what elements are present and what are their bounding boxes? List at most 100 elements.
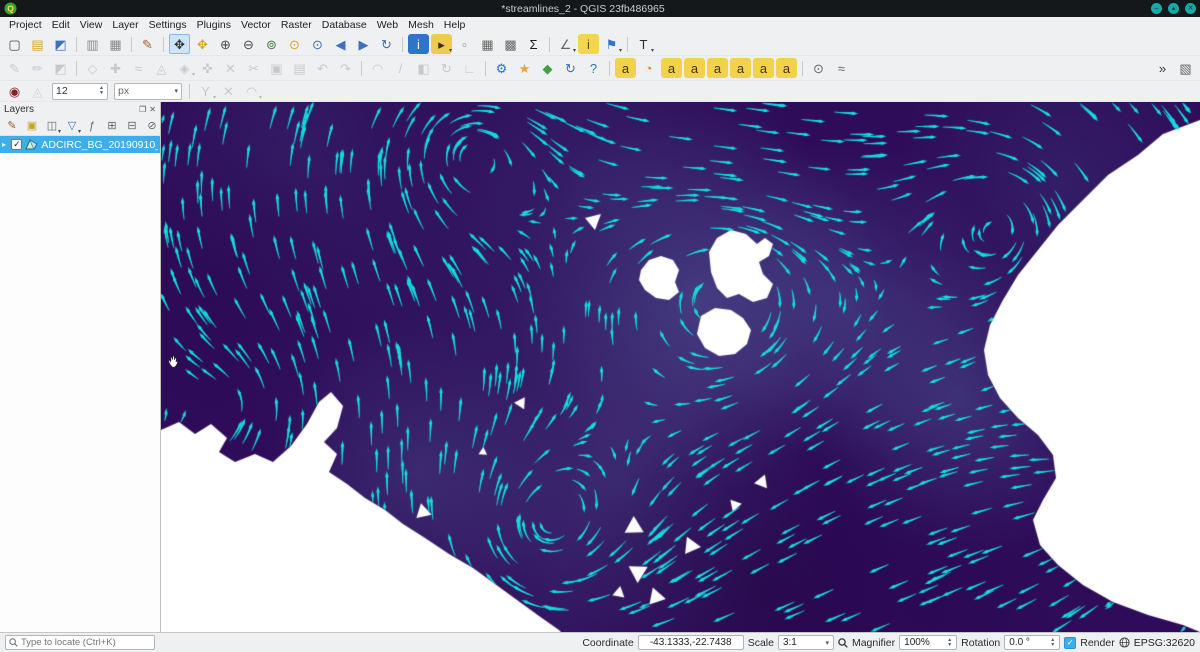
menu-layer[interactable]: Layer [107,19,143,31]
locate-search[interactable] [5,635,155,650]
highlight-pinned-labels-button[interactable]: a [661,58,682,78]
layer-labeling-options-button[interactable]: a [615,58,636,78]
identify-features-button[interactable]: i [408,34,429,54]
spin-down-icon[interactable]: ▼ [99,91,104,96]
temporal-controller-panel-button[interactable]: ⊙ [808,58,829,78]
spin-down-icon[interactable]: ▼ [1050,643,1055,648]
menu-vector[interactable]: Vector [236,19,276,31]
statistical-summary-button[interactable]: Σ [523,34,544,54]
new-project-button[interactable]: ▢ [4,34,25,54]
style-manager-button[interactable]: ✎ [137,34,158,54]
measure-button[interactable]: ∠▾ [555,34,576,54]
menu-edit[interactable]: Edit [47,19,75,31]
spin-down-icon[interactable]: ▼ [947,643,952,648]
rotate-label-button[interactable]: a [753,58,774,78]
add-group-button[interactable]: ▣ [23,118,41,135]
zoom-to-selection-button[interactable]: ⊙ [284,34,305,54]
expand-all-button[interactable]: ⊞ [103,118,121,135]
menu-help[interactable]: Help [439,19,471,31]
save-project-button[interactable]: ◩ [50,34,71,54]
show-hide-labels-button[interactable]: a [707,58,728,78]
toggle-mesh-editing-button[interactable]: ◉ [4,81,25,101]
processing-favorites-button[interactable]: ★ [514,58,535,78]
collapse-all-button[interactable]: ⊟ [123,118,141,135]
text-annotation-button[interactable]: T▾ [633,34,654,54]
field-calculator-button[interactable]: ▩ [500,34,521,54]
zoom-in-button[interactable]: ⊕ [215,34,236,54]
toolbar-separator [402,37,403,52]
maximize-window-button[interactable]: ▴ [1168,3,1179,14]
manage-map-themes-button[interactable]: ◫▾ [43,118,61,135]
layer-labeling-options-icon: a [622,62,629,75]
extra-tools-button[interactable]: ▧ [1175,58,1196,78]
open-attribute-table-button[interactable]: ▦ [477,34,498,54]
open-project-button[interactable]: ▤ [27,34,48,54]
zoom-last-button[interactable]: ◀ [330,34,351,54]
plugin-manager-button[interactable]: ◆ [537,58,558,78]
render-checkbox[interactable]: ✓ [1064,637,1076,649]
deselect-features-button[interactable]: ▫ [454,34,475,54]
layer-visibility-checkbox[interactable]: ✓ [11,139,22,150]
rotate-feature-icon: ↻ [441,62,452,75]
layer-item[interactable]: ▸ ✓ ADCIRC_BG_20190910_1t [0,136,160,153]
magnifier-spin-arrows[interactable]: ▲▼ [947,638,952,648]
toolbar-separator [609,61,610,76]
elevation-profile-button[interactable]: ≈ [831,58,852,78]
magnifier-spinbox[interactable]: 100%▲▼ [899,635,957,650]
menu-web[interactable]: Web [372,19,403,31]
render-label: Render [1080,637,1114,649]
close-window-button[interactable]: ✕ [1185,3,1196,14]
map-canvas[interactable] [161,102,1200,632]
mesh-toolbar-left: ◉◬ [3,81,49,101]
locate-input[interactable] [18,637,151,648]
layer-diagram-options-button[interactable]: ◔ [638,58,659,78]
mesh-vertex-unit-combo[interactable]: px ▾ [114,83,182,100]
zoom-next-button[interactable]: ▶ [353,34,374,54]
zoom-full-button[interactable]: ⊚ [261,34,282,54]
crs-indicator[interactable]: EPSG:32620 [1134,637,1195,649]
menu-view[interactable]: View [75,19,108,31]
float-panel-button[interactable]: ❐ [139,105,146,114]
menu-raster[interactable]: Raster [276,19,317,31]
filter-legend-button[interactable]: ▽▾ [63,118,81,135]
close-panel-button[interactable]: ✕ [149,105,156,114]
refresh-map-button[interactable]: ↻ [376,34,397,54]
coordinate-input[interactable]: -43.1333,-22.7438 [638,635,744,650]
help-contents-button[interactable]: ? [583,58,604,78]
menu-settings[interactable]: Settings [144,19,192,31]
processing-history-button[interactable]: ↻ [560,58,581,78]
zoom-out-button[interactable]: ⊖ [238,34,259,54]
toolbar-overflow-button[interactable]: » [1152,58,1173,78]
mesh-toolbar-right: Y▾✕◠▾ [194,81,263,101]
layer-expander-icon[interactable]: ▸ [2,140,8,149]
rotation-spin-arrows[interactable]: ▲▼ [1050,638,1055,648]
show-layout-manager-button[interactable]: ▦ [105,34,126,54]
pan-map-button[interactable]: ✥ [169,34,190,54]
new-bookmark-button[interactable]: ⚑▾ [601,34,622,54]
filter-by-expression-button[interactable]: ƒ [83,118,101,135]
remove-layer-button[interactable]: ⊘ [143,118,161,135]
processing-toolbox-button[interactable]: ⚙ [491,58,512,78]
change-label-properties-button[interactable]: a [776,58,797,78]
processing-favorites-icon: ★ [519,62,531,75]
minimize-window-button[interactable]: – [1151,3,1162,14]
scale-combobox[interactable]: 3:1▾ [778,635,834,650]
map-tips-button[interactable]: i [578,34,599,54]
menu-project[interactable]: Project [4,19,47,31]
toolbar-separator [485,61,486,76]
zoom-to-layer-button[interactable]: ⊙ [307,34,328,54]
menu-database[interactable]: Database [317,19,372,31]
pin-unpin-labels-button[interactable]: a [684,58,705,78]
deselect-features-icon: ▫ [462,38,467,51]
spinbox-arrows[interactable]: ▲▼ [99,86,104,96]
open-layer-styling-button[interactable]: ✎ [3,118,21,135]
mesh-vertex-size-spinbox[interactable]: 12 ▲▼ [52,83,108,100]
pan-to-selection-button[interactable]: ✥ [192,34,213,54]
new-print-layout-button[interactable]: ▥ [82,34,103,54]
show-hide-labels-icon: a [714,62,721,75]
move-label-button[interactable]: a [730,58,751,78]
rotation-spinbox[interactable]: 0.0 °▲▼ [1004,635,1060,650]
select-features-button[interactable]: ▸▾ [431,34,452,54]
menu-mesh[interactable]: Mesh [403,19,439,31]
menu-plugins[interactable]: Plugins [192,19,236,31]
